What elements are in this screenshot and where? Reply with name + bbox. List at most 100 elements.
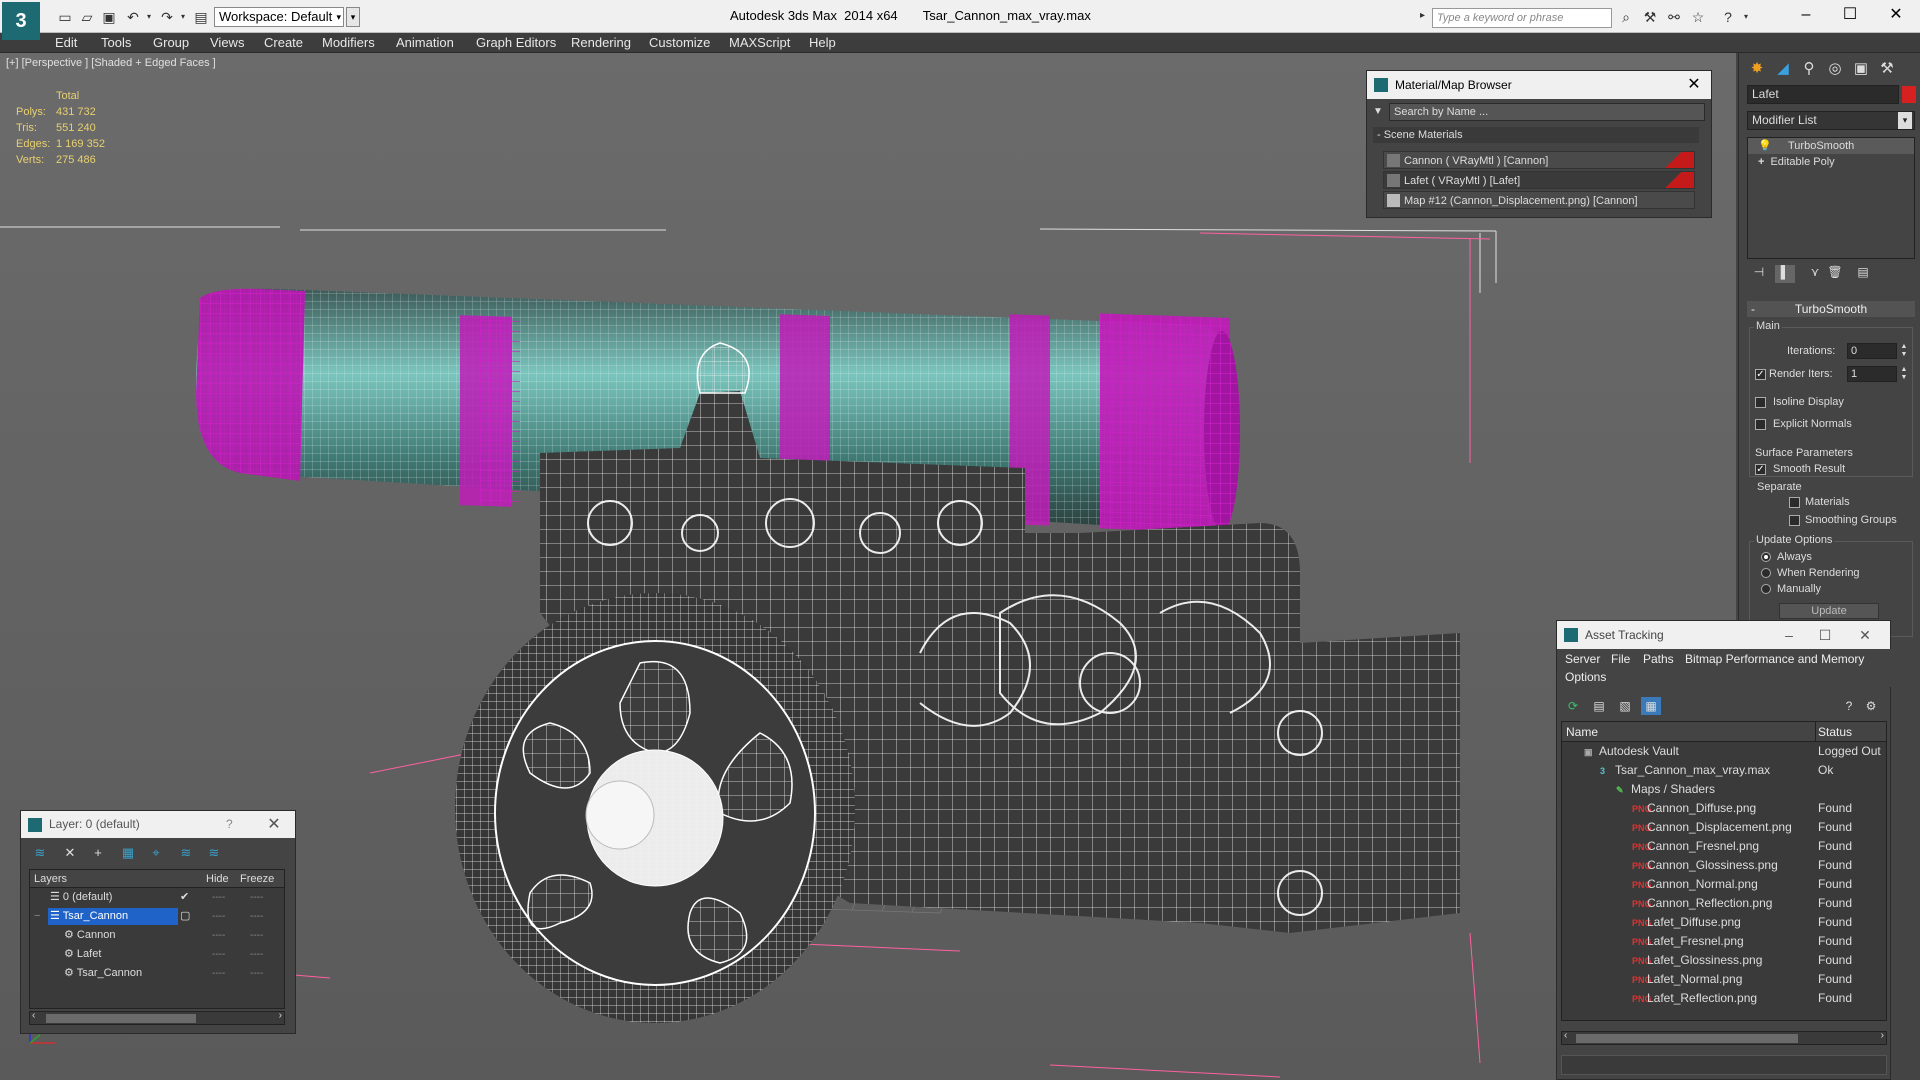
thumbnail-view-icon[interactable]: ▧	[1615, 697, 1635, 715]
layer-tree[interactable]: Layers Hide Freeze ☰ 0 (default) ✔ ---- …	[29, 869, 285, 1009]
asset-horizontal-scrollbar[interactable]: ‹ ›	[1561, 1030, 1887, 1045]
object-row-cannon[interactable]: ⚙ Cannon ---- ----	[30, 926, 284, 945]
help-icon[interactable]: ?	[226, 811, 233, 838]
create-layer-icon[interactable]: ≋	[29, 845, 51, 863]
app-logo-icon[interactable]: 3	[2, 2, 40, 40]
layer-horizontal-scrollbar[interactable]: ‹ ›	[29, 1010, 285, 1025]
render-iters-spinner[interactable]: 1	[1847, 366, 1897, 382]
column-name[interactable]: Name	[1566, 722, 1816, 742]
scroll-left-icon[interactable]: ‹	[1564, 1030, 1567, 1041]
binoculars-icon[interactable]: ⌕	[1616, 8, 1636, 26]
asset-row-max-file[interactable]: 3 Tsar_Cannon_max_vray.max Ok	[1562, 761, 1886, 780]
material-item-lafet[interactable]: Lafet ( VRayMtl ) [Lafet]	[1383, 171, 1695, 189]
iterations-spinner[interactable]: 0	[1847, 343, 1897, 359]
hide-toggle[interactable]: ----	[212, 964, 225, 983]
make-unique-icon[interactable]: ⋎	[1805, 265, 1825, 283]
help-icon[interactable]: ?	[1839, 697, 1859, 715]
refresh-icon[interactable]: ⟳	[1563, 697, 1583, 715]
hide-toggle[interactable]: ----	[212, 945, 225, 964]
freeze-layers-icon[interactable]: ≋	[203, 845, 225, 863]
menu-maxscript[interactable]: MAXScript	[729, 35, 790, 50]
scroll-left-icon[interactable]: ‹	[32, 1010, 35, 1021]
modify-tab-icon[interactable]: ◢	[1771, 57, 1795, 81]
favorites-star-icon[interactable]: ☆	[1688, 8, 1708, 26]
utilities-tab-icon[interactable]: ⚒	[1875, 57, 1899, 81]
close-button[interactable]: ✕	[1847, 621, 1883, 649]
scrollbar-thumb[interactable]	[46, 1014, 196, 1023]
asset-path-field[interactable]	[1561, 1055, 1887, 1075]
stack-item-editable-poly[interactable]: + Editable Poly	[1748, 154, 1914, 170]
asset-row-maps-shaders[interactable]: ✎ Maps / Shaders	[1562, 780, 1886, 799]
show-end-result-icon[interactable]: ▌	[1775, 265, 1795, 283]
column-status[interactable]: Status	[1818, 722, 1852, 742]
menu-file[interactable]: File	[1611, 652, 1630, 666]
cannon-wheel[interactable]	[455, 593, 855, 1023]
new-file-icon[interactable]: ▭	[56, 9, 74, 25]
freeze-toggle[interactable]: ----	[250, 945, 263, 964]
close-button[interactable]: ✕	[1876, 4, 1916, 26]
communication-icon[interactable]: ⚯	[1664, 8, 1684, 26]
asset-table[interactable]: Name Status ▣ Autodesk Vault Logged Out 3…	[1561, 721, 1887, 1021]
add-to-layer-icon[interactable]: +	[87, 845, 109, 863]
maximize-button[interactable]: ☐	[1807, 621, 1843, 649]
scrollbar-thumb[interactable]	[1576, 1034, 1798, 1043]
menu-edit[interactable]: Edit	[55, 35, 77, 50]
list-view-icon[interactable]: ▤	[1589, 697, 1609, 715]
hide-toggle[interactable]: ----	[212, 907, 225, 926]
modifier-stack[interactable]: 💡 TurboSmooth + Editable Poly	[1747, 137, 1915, 259]
menu-rendering[interactable]: Rendering	[571, 35, 631, 50]
hide-toggle[interactable]: ----	[212, 926, 225, 945]
object-row-lafet[interactable]: ⚙ Lafet ---- ----	[30, 945, 284, 964]
object-row-tsar-cannon[interactable]: ⚙ Tsar_Cannon ---- ----	[30, 964, 284, 983]
pin-stack-icon[interactable]: ⊣	[1749, 265, 1769, 283]
separate-materials-checkbox[interactable]	[1789, 497, 1800, 508]
freeze-toggle[interactable]: ----	[250, 907, 263, 926]
column-hide[interactable]: Hide	[206, 870, 229, 888]
undo-dropdown-icon[interactable]: ▾	[140, 9, 158, 25]
motion-tab-icon[interactable]: ◎	[1823, 57, 1847, 81]
filter-icon[interactable]: ▼	[1373, 106, 1383, 117]
collapse-icon[interactable]: −	[34, 907, 40, 926]
explicit-normals-checkbox[interactable]	[1755, 419, 1766, 430]
scroll-right-icon[interactable]: ›	[279, 1010, 282, 1021]
save-file-icon[interactable]: ▣	[100, 9, 118, 25]
create-tab-icon[interactable]: ✸	[1745, 57, 1769, 81]
asset-row-map[interactable]: PNGLafet_Normal.png Found	[1562, 970, 1886, 989]
menu-views[interactable]: Views	[210, 35, 244, 50]
turbosmooth-rollout-header[interactable]: - TurboSmooth	[1747, 301, 1915, 317]
asset-row-map[interactable]: PNGCannon_Glossiness.png Found	[1562, 856, 1886, 875]
object-color-swatch[interactable]	[1902, 86, 1916, 103]
help-icon[interactable]: ?	[1718, 8, 1738, 26]
menu-graph-editors[interactable]: Graph Editors	[476, 35, 556, 50]
object-name-field[interactable]: Lafet	[1747, 85, 1899, 104]
menu-modifiers[interactable]: Modifiers	[322, 35, 375, 50]
update-always-radio[interactable]	[1761, 552, 1771, 562]
column-layers[interactable]: Layers	[34, 870, 67, 888]
maximize-button[interactable]: ☐	[1830, 4, 1870, 26]
spinner-arrows-icon[interactable]: ▲ ▼	[1899, 366, 1909, 382]
close-icon[interactable]: ✕	[261, 811, 287, 838]
update-button[interactable]: Update	[1779, 603, 1879, 619]
redo-dropdown-icon[interactable]: ▾	[174, 9, 192, 25]
update-manually-radio[interactable]	[1761, 584, 1771, 594]
material-search-input[interactable]: Search by Name ...	[1389, 103, 1705, 121]
display-tab-icon[interactable]: ▣	[1849, 57, 1873, 81]
help-dropdown-icon[interactable]: ▾	[1736, 8, 1756, 26]
menu-bitmap-performance[interactable]: Bitmap Performance and Memory	[1685, 652, 1864, 666]
asset-row-map[interactable]: PNGCannon_Displacement.png Found	[1562, 818, 1886, 837]
map-item-displacement[interactable]: Map #12 (Cannon_Displacement.png) [Canno…	[1383, 191, 1695, 209]
project-folder-icon[interactable]: ▤	[192, 9, 210, 25]
close-icon[interactable]: ✕	[1681, 71, 1707, 99]
asset-row-map[interactable]: PNGLafet_Fresnel.png Found	[1562, 932, 1886, 951]
column-freeze[interactable]: Freeze	[240, 870, 274, 888]
expand-plus-icon[interactable]: +	[1758, 156, 1764, 168]
menu-customize[interactable]: Customize	[649, 35, 710, 50]
asset-row-vault[interactable]: ▣ Autodesk Vault Logged Out	[1562, 742, 1886, 761]
scene-materials-group[interactable]: - Scene Materials	[1373, 127, 1699, 143]
workspace-select[interactable]: Workspace: Default ▾	[214, 7, 344, 27]
layer-explorer-titlebar[interactable]: Layer: 0 (default) ? ✕	[21, 811, 295, 838]
asset-row-map[interactable]: PNGLafet_Glossiness.png Found	[1562, 951, 1886, 970]
hierarchy-tab-icon[interactable]: ⚲	[1797, 57, 1821, 81]
menu-group[interactable]: Group	[153, 35, 189, 50]
freeze-toggle[interactable]: ----	[250, 964, 263, 983]
